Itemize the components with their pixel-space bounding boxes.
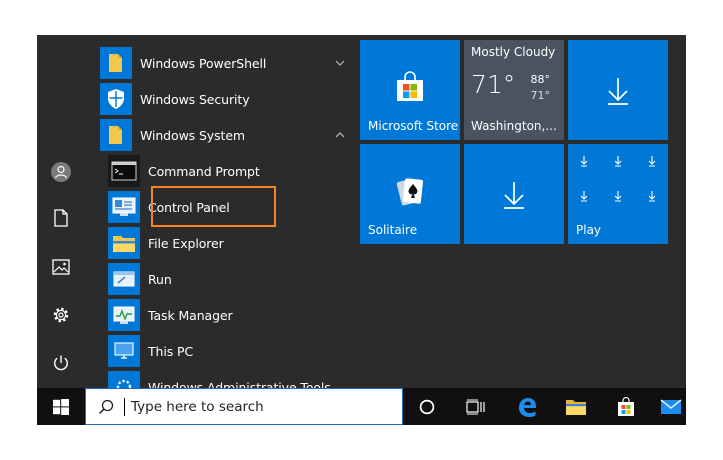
task-view-icon (466, 399, 485, 414)
account-button[interactable] (37, 152, 85, 192)
document-icon (54, 209, 68, 227)
app-label: Windows Security (140, 91, 250, 107)
file-explorer-taskbar-button[interactable] (558, 388, 594, 425)
shield-icon (100, 83, 132, 115)
app-windows-administrative-tools[interactable]: Windows Administrative Tools (108, 369, 331, 389)
shopping-bag-icon (397, 71, 423, 101)
app-windows-security[interactable]: Windows Security (100, 81, 340, 117)
app-this-pc[interactable]: This PC (108, 333, 328, 369)
control-panel-highlight (151, 186, 276, 227)
app-label: Windows Administrative Tools (148, 379, 331, 389)
edge-button[interactable] (508, 388, 546, 425)
app-label: File Explorer (148, 235, 224, 251)
task-view-button[interactable] (457, 388, 495, 425)
settings-button[interactable] (37, 295, 85, 335)
tile-label: Play (576, 223, 602, 237)
app-label: Command Prompt (148, 163, 260, 179)
folder-icon (566, 399, 586, 415)
app-task-manager[interactable]: Task Manager (108, 297, 328, 333)
search-input[interactable] (131, 391, 381, 422)
download-icon-grid (580, 156, 656, 202)
app-label: Windows System (140, 127, 245, 143)
tile-label: Solitaire (368, 223, 418, 237)
edge-browser-icon (519, 397, 536, 417)
user-icon (51, 162, 71, 182)
store-taskbar-button[interactable] (608, 388, 644, 425)
chevron-down-icon[interactable] (335, 45, 345, 81)
app-list[interactable]: Windows PowerShell Windows Security Wind… (85, 35, 349, 388)
app-label: Run (148, 271, 172, 287)
shopping-bag-icon (618, 396, 634, 416)
folder-icon (100, 119, 132, 151)
power-icon (54, 355, 68, 371)
playing-cards-icon (396, 178, 424, 206)
tile-microsoft-store[interactable]: Microsoft Store (360, 40, 460, 140)
taskbar (37, 388, 686, 425)
tile-download-1[interactable] (568, 40, 668, 140)
tile-label: Microsoft Store (368, 119, 459, 133)
tile-weather[interactable]: Mostly Cloudy 71° 88° 71° Washington,... (464, 40, 564, 140)
documents-button[interactable] (37, 198, 85, 238)
weather-low: 71° (530, 89, 551, 102)
tile-solitaire[interactable]: Solitaire (360, 144, 460, 244)
download-icon (504, 182, 524, 209)
cortana-button[interactable] (409, 388, 445, 425)
start-menu: Windows PowerShell Windows Security Wind… (37, 35, 686, 425)
app-file-explorer[interactable]: File Explorer (108, 225, 328, 261)
app-label: Windows PowerShell (140, 55, 267, 71)
search-icon (98, 399, 114, 414)
weather-high: 88° (530, 73, 551, 86)
command-prompt-icon (108, 155, 140, 187)
cortana-circle-icon (419, 399, 435, 414)
tile-play-folder[interactable]: Play (568, 144, 668, 244)
search-box[interactable] (85, 388, 403, 425)
app-label: This PC (148, 343, 194, 359)
control-panel-icon (108, 191, 140, 223)
task-manager-icon (108, 299, 140, 331)
gear-icon (53, 307, 69, 323)
file-explorer-icon (108, 227, 140, 259)
start-button[interactable] (37, 388, 85, 425)
power-button[interactable] (37, 343, 85, 383)
app-label: Task Manager (148, 307, 233, 323)
weather-city: Washington,... (471, 119, 557, 133)
pictures-button[interactable] (37, 247, 85, 287)
admin-tools-icon (108, 371, 140, 388)
folder-icon (100, 47, 132, 79)
picture-icon (52, 259, 70, 275)
text-cursor (124, 397, 125, 416)
run-icon (108, 263, 140, 295)
mail-icon (660, 398, 682, 414)
app-run[interactable]: Run (108, 261, 328, 297)
app-windows-system[interactable]: Windows System (100, 117, 345, 153)
windows-logo-icon (53, 398, 69, 415)
weather-temperature: 71° (471, 70, 516, 99)
tile-download-2[interactable] (464, 144, 564, 244)
mail-taskbar-button[interactable] (656, 388, 686, 425)
start-rail (37, 35, 85, 388)
app-command-prompt[interactable]: Command Prompt (108, 153, 328, 189)
computer-icon (108, 335, 140, 367)
app-windows-powershell[interactable]: Windows PowerShell (100, 45, 345, 81)
download-icon (608, 78, 628, 105)
chevron-up-icon[interactable] (335, 117, 345, 153)
weather-condition: Mostly Cloudy (471, 45, 556, 59)
